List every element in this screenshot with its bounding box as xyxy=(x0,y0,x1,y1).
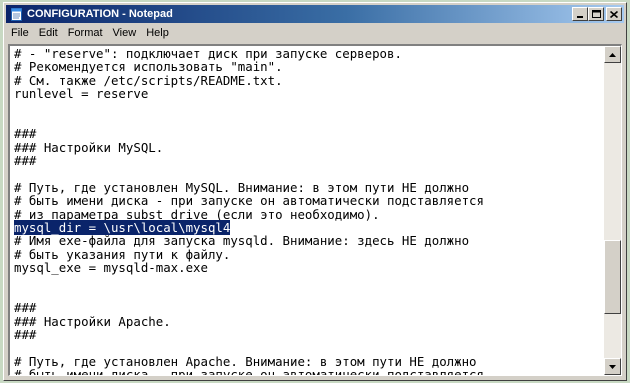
text-line[interactable] xyxy=(14,342,604,355)
text-line[interactable]: # из параметра subst_drive (если это нео… xyxy=(14,207,604,221)
notepad-window: CONFIGURATION - Notepad File Edit Format… xyxy=(3,2,627,381)
text-line[interactable]: # Имя exe-файла для запуска mysqld. Вним… xyxy=(14,234,604,247)
text-line[interactable] xyxy=(14,275,604,288)
text-area[interactable]: # - "reserve": подключает диск при запус… xyxy=(10,46,604,375)
menu-help[interactable]: Help xyxy=(141,25,174,42)
text-line[interactable] xyxy=(14,101,604,114)
text-line-content: mysql_exe = mysqld-max.exe xyxy=(14,260,208,276)
text-line[interactable] xyxy=(14,114,604,127)
text-line[interactable]: ### Настройки MySQL. xyxy=(14,141,604,154)
maximize-button[interactable] xyxy=(588,7,604,21)
minimize-icon xyxy=(577,16,583,18)
window-title: CONFIGURATION - Notepad xyxy=(27,8,173,20)
text-line[interactable]: # Путь, где установлен MySQL. Внимание: … xyxy=(14,181,604,194)
text-line[interactable]: mysql_exe = mysqld-max.exe xyxy=(14,261,604,274)
text-line[interactable]: # быть указания пути к файлу. xyxy=(14,248,604,261)
text-line-content: ### xyxy=(14,327,37,343)
notepad-icon[interactable] xyxy=(9,7,23,21)
text-line[interactable]: ### Настройки Apache. xyxy=(14,315,604,328)
text-line-content: ### Настройки Apache. xyxy=(14,313,171,329)
minimize-button[interactable] xyxy=(572,7,588,21)
text-line-content: runlevel = reserve xyxy=(14,86,149,102)
scroll-thumb[interactable] xyxy=(604,240,621,314)
maximize-icon xyxy=(591,10,601,18)
text-line[interactable] xyxy=(14,288,604,301)
arrow-up-icon xyxy=(609,52,616,57)
menu-bar: File Edit Format View Help xyxy=(6,24,624,43)
scroll-up-button[interactable] xyxy=(604,46,621,63)
close-button[interactable] xyxy=(606,7,622,21)
close-icon xyxy=(610,10,618,18)
text-line[interactable]: # Путь, где установлен Apache. Внимание:… xyxy=(14,355,604,368)
text-line[interactable]: # - "reserve": подключает диск при запус… xyxy=(14,47,604,60)
menu-file[interactable]: File xyxy=(6,25,34,42)
window-controls xyxy=(572,7,622,21)
text-line[interactable]: ### xyxy=(14,328,604,341)
text-line[interactable]: ### xyxy=(14,127,604,140)
text-line[interactable] xyxy=(14,168,604,181)
text-line-content: # быть имени диска - при запуске он авто… xyxy=(14,367,484,375)
menu-view[interactable]: View xyxy=(108,25,142,42)
selected-text-line[interactable]: mysql_dir = \usr\local\mysql4 xyxy=(14,220,604,236)
text-line[interactable]: # быть имени диска - при запуске он авто… xyxy=(14,194,604,207)
title-bar[interactable]: CONFIGURATION - Notepad xyxy=(6,5,624,23)
menu-format[interactable]: Format xyxy=(63,25,108,42)
text-line-content: ### xyxy=(14,153,37,169)
menu-edit[interactable]: Edit xyxy=(34,25,63,42)
text-line[interactable]: runlevel = reserve xyxy=(14,87,604,100)
text-line[interactable]: # быть имени диска - при запуске он авто… xyxy=(14,368,604,375)
text-line[interactable]: # См. также /etc/scripts/README.txt. xyxy=(14,74,604,87)
text-line[interactable]: ### xyxy=(14,301,604,314)
text-line[interactable]: # Рекомендуется использовать "main". xyxy=(14,60,604,73)
vertical-scrollbar[interactable] xyxy=(604,46,621,375)
editor-pane[interactable]: # - "reserve": подключает диск при запус… xyxy=(8,44,622,376)
arrow-down-icon xyxy=(609,364,616,369)
scroll-down-button[interactable] xyxy=(604,358,621,375)
text-line[interactable]: ### xyxy=(14,154,604,167)
